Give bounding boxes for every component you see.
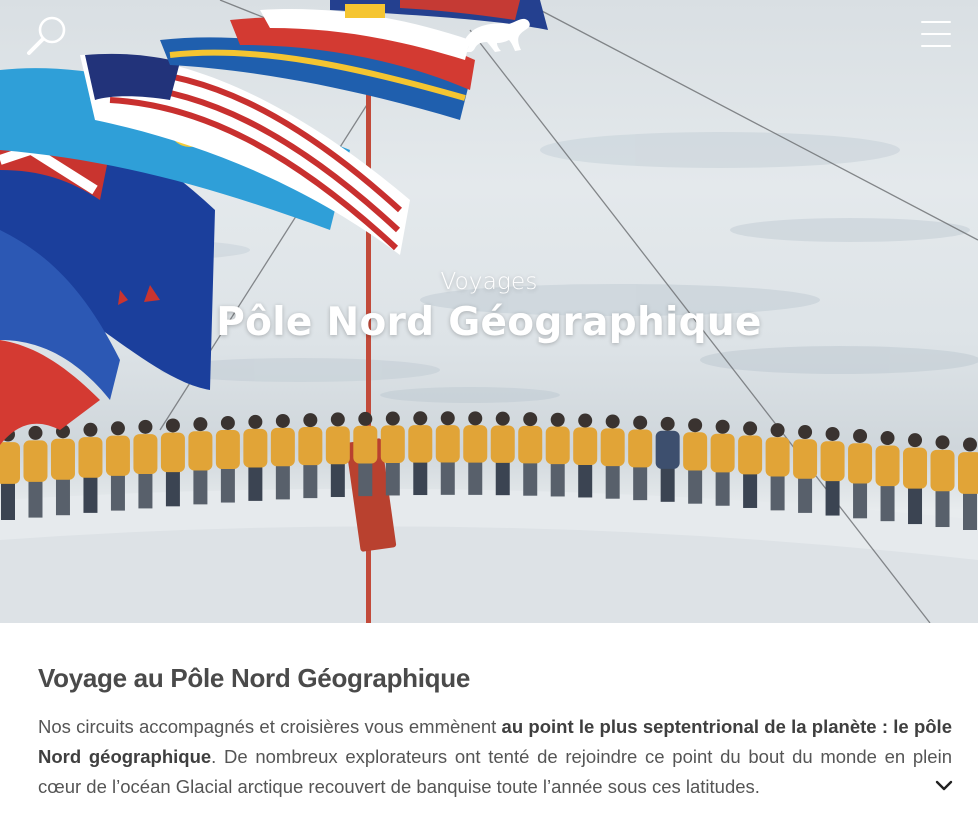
section-heading: Voyage au Pôle Nord Géographique (38, 663, 470, 693)
expedition-member (573, 413, 598, 498)
chevron-down-icon (935, 780, 953, 791)
expedition-member (793, 425, 818, 513)
expedition-member (518, 412, 543, 496)
expedition-member (655, 416, 680, 502)
expedition-member (710, 419, 735, 506)
expedition-member (545, 412, 570, 497)
expedition-member (298, 413, 323, 499)
expedition-member (903, 433, 928, 525)
expedition-member (848, 428, 873, 519)
intro-text-start: Nos circuits accompagnés et croisières v… (38, 716, 502, 737)
expedition-member (463, 411, 488, 495)
expedition-member (683, 418, 708, 504)
expedition-member (435, 411, 460, 495)
expedition-member (600, 414, 625, 499)
expedition-member (738, 421, 763, 508)
expedition-member (490, 411, 515, 496)
menu-bar-bottom (921, 45, 951, 47)
search-icon (27, 16, 66, 55)
menu-bar-top (921, 21, 951, 23)
expedition-member (765, 423, 790, 511)
intro-paragraph: Nos circuits accompagnés et croisières v… (38, 712, 952, 802)
hero-kicker: Voyages (440, 269, 538, 295)
expedition-member (875, 431, 900, 522)
hero-banner: Voyages Pôle Nord Géographique (0, 0, 978, 623)
expedition-member (270, 413, 295, 500)
hamburger-menu-icon[interactable] (918, 18, 954, 50)
expedition-member (820, 426, 845, 516)
menu-bar-middle (921, 33, 951, 35)
expedition-member (325, 412, 350, 498)
hero-title: Pôle Nord Géographique (216, 300, 762, 345)
expedition-member (958, 437, 978, 530)
expedition-member (215, 415, 240, 503)
expand-text-button[interactable] (933, 777, 955, 795)
expedition-member (628, 415, 653, 501)
search-button[interactable] (24, 12, 72, 56)
polar-bear-logo-icon[interactable] (455, 10, 533, 56)
expedition-member (243, 414, 268, 501)
expedition-member (930, 435, 955, 528)
expedition-member (408, 411, 433, 496)
